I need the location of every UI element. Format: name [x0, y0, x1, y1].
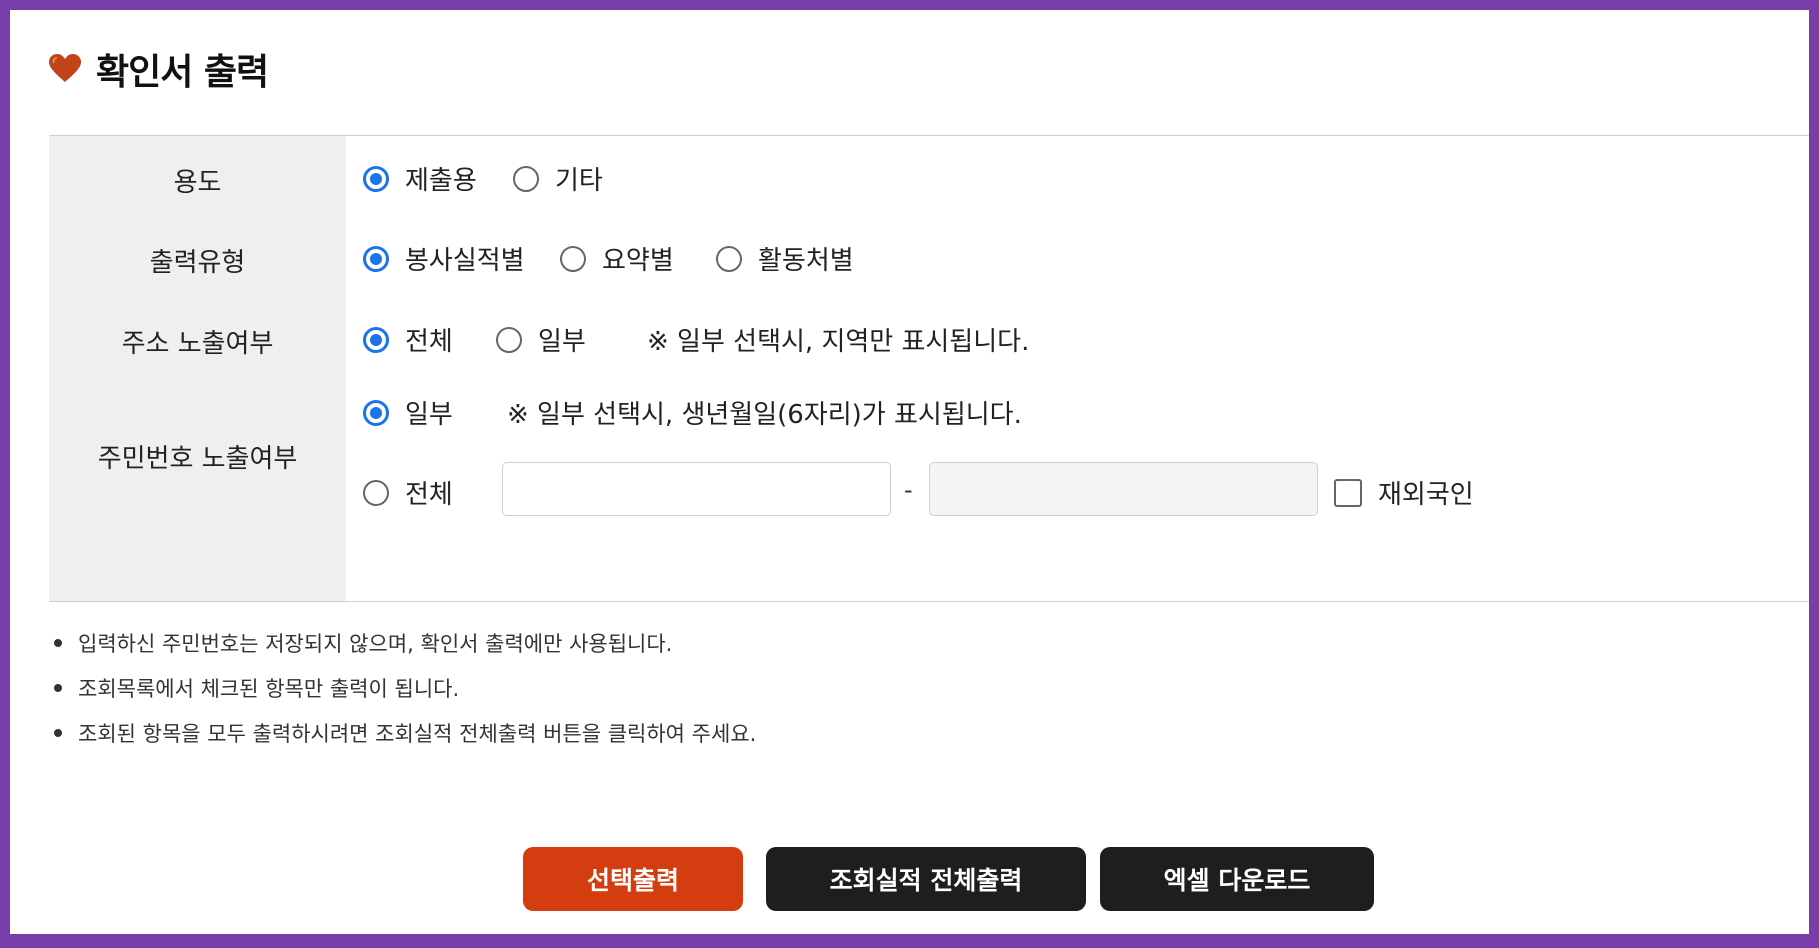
- address-note: ※ 일부 선택시, 지역만 표시됩니다.: [647, 327, 1030, 357]
- print-options-form: 용도 제출용 기타 출력유형 봉사실적별 요약별 활동처별 주소 노출여부 전체: [49, 135, 1809, 602]
- radio-unselected-icon[interactable]: [716, 245, 742, 272]
- page-frame: 확인서 출력 용도 제출용 기타 출력유형 봉사실적별 요약별 활동처별 주소 …: [10, 10, 1809, 934]
- print-selected-button[interactable]: 선택출력: [523, 847, 743, 911]
- rrn-second-input[interactable]: [929, 462, 1318, 516]
- rrn-note: ※ 일부 선택시, 생년월일(6자리)가 표시됩니다.: [507, 400, 1022, 430]
- address-exposure-label: 주소 노출여부: [121, 329, 274, 359]
- bullet-icon: [54, 639, 62, 647]
- output-type-option-by-record[interactable]: 봉사실적별: [363, 240, 525, 277]
- radio-unselected-icon[interactable]: [363, 479, 389, 506]
- notice-text: 입력하신 주민번호는 저장되지 않으며, 확인서 출력에만 사용됩니다.: [78, 632, 673, 656]
- list-item: 조회목록에서 체크된 항목만 출력이 됩니다.: [54, 673, 459, 703]
- list-item: 입력하신 주민번호는 저장되지 않으며, 확인서 출력에만 사용됩니다.: [54, 628, 672, 658]
- radio-unselected-icon[interactable]: [513, 165, 539, 192]
- checkbox-label: 재외국인: [1378, 480, 1474, 510]
- overseas-checkbox[interactable]: 재외국인: [1334, 474, 1474, 511]
- rrn-exposure-label: 주민번호 노출여부: [97, 444, 298, 474]
- page-title: 확인서 출력: [96, 52, 269, 93]
- output-type-option-by-place[interactable]: 활동처별: [716, 240, 854, 277]
- option-label: 요약별: [602, 246, 674, 276]
- address-option-partial[interactable]: 일부: [496, 321, 586, 358]
- radio-selected-icon[interactable]: [363, 326, 389, 353]
- radio-unselected-icon[interactable]: [496, 326, 522, 353]
- print-all-button[interactable]: 조회실적 전체출력: [766, 847, 1086, 911]
- option-label: 기타: [555, 166, 603, 196]
- output-type-label: 출력유형: [149, 248, 246, 278]
- option-label: 전체: [405, 480, 453, 510]
- heart-icon: [49, 54, 81, 82]
- purpose-option-other[interactable]: 기타: [513, 160, 603, 197]
- checkbox-unchecked-icon[interactable]: [1334, 478, 1362, 507]
- radio-unselected-icon[interactable]: [560, 245, 586, 272]
- excel-download-button[interactable]: 엑셀 다운로드: [1100, 847, 1374, 911]
- option-label: 제출용: [405, 166, 477, 196]
- option-label: 봉사실적별: [405, 246, 525, 276]
- radio-selected-icon[interactable]: [363, 245, 389, 272]
- option-label: 일부: [538, 327, 586, 357]
- radio-selected-icon[interactable]: [363, 399, 389, 426]
- rrn-separator: -: [904, 476, 913, 504]
- option-label: 활동처별: [758, 246, 854, 276]
- label-column: [49, 136, 346, 601]
- option-label: 일부: [405, 400, 453, 430]
- bullet-icon: [54, 684, 62, 692]
- rrn-option-partial[interactable]: 일부: [363, 394, 453, 431]
- rrn-option-full[interactable]: 전체: [363, 474, 453, 511]
- option-label: 전체: [405, 327, 453, 357]
- notice-text: 조회목록에서 체크된 항목만 출력이 됩니다.: [78, 677, 460, 701]
- rrn-first-input[interactable]: [502, 462, 891, 516]
- notice-text: 조회된 항목을 모두 출력하시려면 조회실적 전체출력 버튼을 클릭하여 주세요…: [78, 722, 757, 746]
- purpose-option-submit[interactable]: 제출용: [363, 160, 477, 197]
- page-heading: 확인서 출력: [48, 44, 269, 94]
- bullet-icon: [54, 729, 62, 737]
- address-option-full[interactable]: 전체: [363, 321, 453, 358]
- radio-selected-icon[interactable]: [363, 165, 389, 192]
- purpose-label: 용도: [173, 168, 222, 198]
- output-type-option-summary[interactable]: 요약별: [560, 240, 674, 277]
- list-item: 조회된 항목을 모두 출력하시려면 조회실적 전체출력 버튼을 클릭하여 주세요…: [54, 718, 756, 748]
